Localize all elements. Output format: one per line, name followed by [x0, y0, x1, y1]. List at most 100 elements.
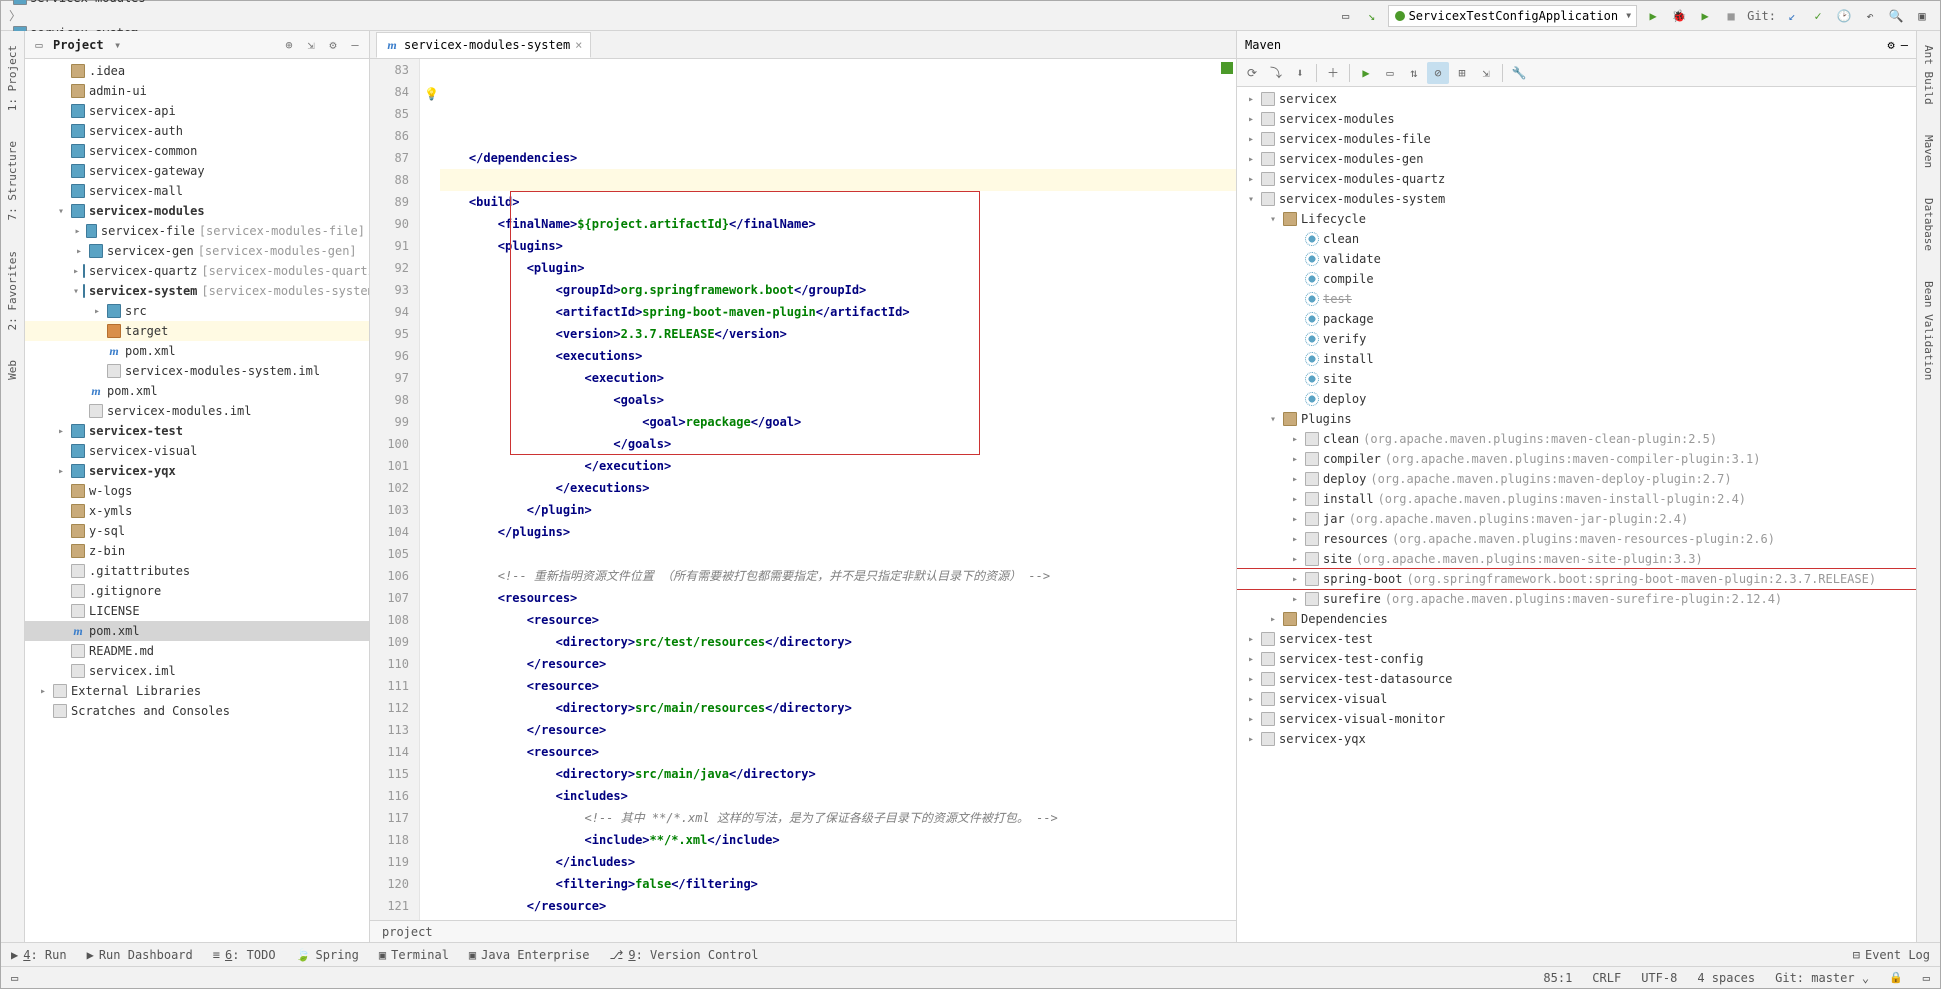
maven-tree-row[interactable]: ▸compiler (org.apache.maven.plugins:mave…	[1237, 449, 1916, 469]
maven-tree-row[interactable]: ▸servicex-test-config	[1237, 649, 1916, 669]
tree-row[interactable]: x-ymls	[25, 501, 369, 521]
tree-row[interactable]: ▸servicex-gen [servicex-modules-gen]	[25, 241, 369, 261]
maven-tree-row[interactable]: ▾Plugins	[1237, 409, 1916, 429]
strip-structure[interactable]: 7: Structure	[6, 135, 19, 226]
chevron-down-icon[interactable]: ▾	[110, 37, 126, 53]
tree-row[interactable]: ▸External Libraries	[25, 681, 369, 701]
gear-icon[interactable]: ⚙	[1888, 38, 1895, 52]
mem-icon[interactable]: ▭	[1923, 971, 1930, 985]
maven-tree-row[interactable]: ▸servicex-modules-file	[1237, 129, 1916, 149]
git-history-icon[interactable]: 🕑	[1834, 6, 1854, 26]
strip-favorites[interactable]: 2: Favorites	[6, 245, 19, 336]
lock-icon[interactable]: 🔒	[1889, 971, 1903, 984]
line-ending[interactable]: CRLF	[1592, 971, 1621, 985]
tree-row[interactable]: ▸src	[25, 301, 369, 321]
generate-icon[interactable]: ⤵	[1265, 62, 1287, 84]
git-branch[interactable]: Git: master ⌄	[1775, 971, 1869, 985]
close-tab-icon[interactable]: ×	[575, 38, 582, 52]
editor-code[interactable]: </dependencies>💡 <build> <finalName>${pr…	[420, 59, 1236, 920]
strip-maven[interactable]: Maven	[1922, 129, 1935, 174]
status-icon[interactable]: ▭	[11, 971, 18, 985]
toggle-offline-icon[interactable]: ⇅	[1403, 62, 1425, 84]
tool-item[interactable]: ⎇9: Version Control	[610, 948, 759, 962]
run-maven-icon[interactable]: ▶	[1355, 62, 1377, 84]
maven-tree-row[interactable]: ▸servicex-visual	[1237, 689, 1916, 709]
maven-tree-row[interactable]: ▸clean (org.apache.maven.plugins:maven-c…	[1237, 429, 1916, 449]
tree-row[interactable]: admin-ui	[25, 81, 369, 101]
maven-tree-row[interactable]: ▸servicex-modules-quartz	[1237, 169, 1916, 189]
tree-row[interactable]: README.md	[25, 641, 369, 661]
debug-icon[interactable]: 🐞	[1669, 6, 1689, 26]
tree-row[interactable]: servicex-mall	[25, 181, 369, 201]
collapse-all-icon[interactable]: ⇲	[1475, 62, 1497, 84]
tree-row[interactable]: Scratches and Consoles	[25, 701, 369, 721]
maven-tree-row[interactable]: ▸servicex-test	[1237, 629, 1916, 649]
tool-item[interactable]: ≡6: TODO	[213, 948, 276, 962]
tool-item[interactable]: ▶Run Dashboard	[87, 948, 193, 962]
tree-row[interactable]: mpom.xml	[25, 381, 369, 401]
strip-project[interactable]: 1: Project	[6, 39, 19, 117]
tree-row[interactable]: servicex-api	[25, 101, 369, 121]
maven-tree-row[interactable]: compile	[1237, 269, 1916, 289]
maven-tree-row[interactable]: ▾Lifecycle	[1237, 209, 1916, 229]
event-log[interactable]: ⊟Event Log	[1853, 948, 1930, 962]
breadcrumb-item[interactable]: servicex-modules	[9, 0, 150, 7]
git-update-icon[interactable]: ↙	[1782, 6, 1802, 26]
tree-row[interactable]: servicex-modules.iml	[25, 401, 369, 421]
tree-row[interactable]: servicex-auth	[25, 121, 369, 141]
tool-item[interactable]: ▣Java Enterprise	[469, 948, 590, 962]
tool-item[interactable]: 🍃Spring	[296, 948, 359, 962]
build-icon[interactable]: ↘	[1362, 6, 1382, 26]
encoding[interactable]: UTF-8	[1641, 971, 1677, 985]
maven-tree-row[interactable]: site	[1237, 369, 1916, 389]
maven-tree-row[interactable]: validate	[1237, 249, 1916, 269]
download-icon[interactable]: ⬇	[1289, 62, 1311, 84]
collapse-icon[interactable]: ⇲	[303, 37, 319, 53]
maven-tree-row[interactable]: package	[1237, 309, 1916, 329]
gear-icon[interactable]: ⚙	[325, 37, 341, 53]
maven-tree-row[interactable]: ▸deploy (org.apache.maven.plugins:maven-…	[1237, 469, 1916, 489]
hide-icon[interactable]: —	[1901, 38, 1908, 52]
tree-row[interactable]: ▸servicex-yqx	[25, 461, 369, 481]
search-icon[interactable]: 🔍	[1886, 6, 1906, 26]
skip-tests-icon[interactable]: ⊘	[1427, 62, 1449, 84]
tree-row[interactable]: ▸servicex-test	[25, 421, 369, 441]
maven-tree-row[interactable]: ▸servicex-visual-monitor	[1237, 709, 1916, 729]
run-config-select[interactable]: ServicexTestConfigApplication	[1388, 5, 1638, 27]
maven-tree-row[interactable]: ▸servicex-test-datasource	[1237, 669, 1916, 689]
maven-tree-row[interactable]: install	[1237, 349, 1916, 369]
maven-tree-row[interactable]: test	[1237, 289, 1916, 309]
maven-tree-row[interactable]: clean	[1237, 229, 1916, 249]
maven-tree-row[interactable]: deploy	[1237, 389, 1916, 409]
maven-tree[interactable]: ▸servicex▸servicex-modules▸servicex-modu…	[1237, 87, 1916, 942]
maven-tree-row[interactable]: ▸servicex-modules	[1237, 109, 1916, 129]
tree-row[interactable]: ▾servicex-modules	[25, 201, 369, 221]
tree-row[interactable]: .idea	[25, 61, 369, 81]
tree-row[interactable]: y-sql	[25, 521, 369, 541]
coverage-icon[interactable]: ▶	[1695, 6, 1715, 26]
toggle-view-icon[interactable]: ▭	[1336, 6, 1356, 26]
tree-row[interactable]: ▸servicex-file [servicex-modules-file]	[25, 221, 369, 241]
locate-icon[interactable]: ⊕	[281, 37, 297, 53]
editor-tab[interactable]: m servicex-modules-system ×	[376, 32, 591, 58]
maven-tree-row[interactable]: ▸site (org.apache.maven.plugins:maven-si…	[1237, 549, 1916, 569]
tree-row[interactable]: servicex-modules-system.iml	[25, 361, 369, 381]
ide-settings-icon[interactable]: ▣	[1912, 6, 1932, 26]
tree-row[interactable]: z-bin	[25, 541, 369, 561]
maven-tree-row[interactable]: ▸Dependencies	[1237, 609, 1916, 629]
tree-row[interactable]: servicex-visual	[25, 441, 369, 461]
strip-web[interactable]: Web	[6, 354, 19, 386]
tree-row[interactable]: servicex-gateway	[25, 161, 369, 181]
git-commit-icon[interactable]: ✓	[1808, 6, 1828, 26]
add-icon[interactable]: ＋	[1322, 62, 1344, 84]
tree-row[interactable]: target	[25, 321, 369, 341]
maven-tree-row[interactable]: ▸spring-boot (org.springframework.boot:s…	[1237, 569, 1916, 589]
maven-tree-row[interactable]: ▸resources (org.apache.maven.plugins:mav…	[1237, 529, 1916, 549]
tree-row[interactable]: mpom.xml	[25, 341, 369, 361]
editor-body[interactable]: 8384858687888990919293949596979899100101…	[370, 59, 1236, 920]
run-icon[interactable]: ▶	[1643, 6, 1663, 26]
maven-tree-row[interactable]: ▸install (org.apache.maven.plugins:maven…	[1237, 489, 1916, 509]
maven-tree-row[interactable]: ▸servicex-yqx	[1237, 729, 1916, 749]
strip-ant[interactable]: Ant Build	[1922, 39, 1935, 111]
project-view-icon[interactable]: ▭	[31, 37, 47, 53]
